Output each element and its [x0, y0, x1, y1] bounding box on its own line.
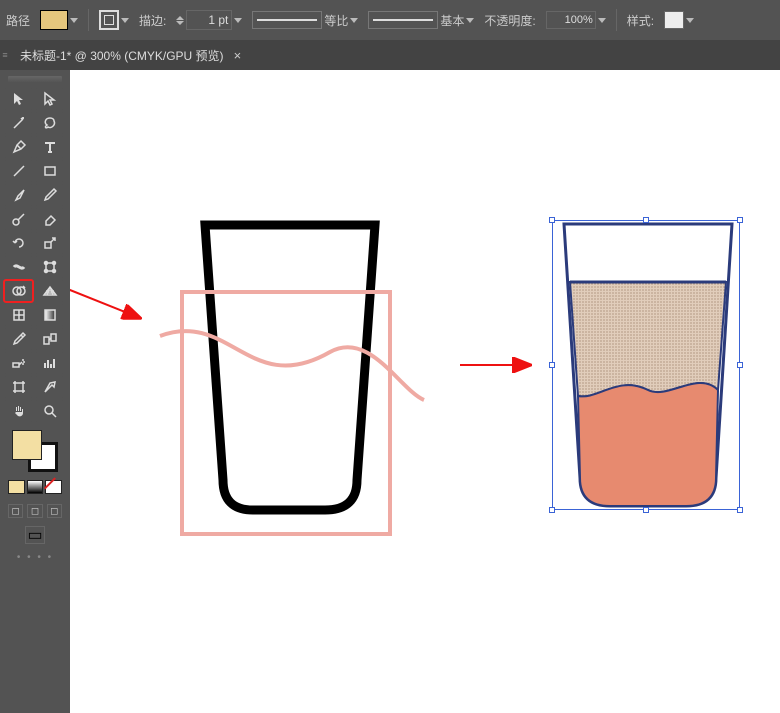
type-tool[interactable] [35, 136, 64, 158]
screen-mode-button[interactable]: ▭ [25, 526, 45, 544]
document-tab-bar: ≡ 未标题-1* @ 300% (CMYK/GPU 预览) × [0, 40, 780, 70]
scale-tool[interactable] [35, 232, 64, 254]
panel-options-icon[interactable]: • • • • [4, 552, 66, 563]
tools-panel: ◻ ◻ ◻ ▭ • • • • [0, 70, 70, 713]
graphic-style-swatch[interactable] [664, 11, 684, 29]
brush-definition[interactable]: 基本 [368, 11, 474, 29]
direct-selection-tool[interactable] [35, 88, 64, 110]
selection-tool[interactable] [4, 88, 33, 110]
options-bar: 路径 描边: 1 pt 等比 基本 不透明度: 100% 样式: [0, 0, 780, 40]
graphic-style-group[interactable] [664, 11, 694, 29]
handle-top-mid[interactable] [643, 217, 649, 223]
chevron-down-icon[interactable] [598, 18, 606, 23]
handle-mid-right[interactable] [737, 362, 743, 368]
draw-inside-icon[interactable]: ◻ [47, 504, 62, 518]
draw-behind-icon[interactable]: ◻ [27, 504, 42, 518]
variable-width-profile[interactable]: 等比 [252, 11, 358, 29]
handle-bottom-right[interactable] [737, 507, 743, 513]
shape-builder-tool[interactable] [4, 280, 33, 302]
handle-top-right[interactable] [737, 217, 743, 223]
color-mode-solid[interactable] [8, 480, 25, 494]
free-transform-tool[interactable] [35, 256, 64, 278]
handle-bottom-mid[interactable] [643, 507, 649, 513]
separator [616, 9, 617, 31]
stroke-width-input[interactable]: 1 pt [186, 10, 232, 30]
color-mode-gradient[interactable] [27, 480, 44, 494]
artboard-tool[interactable] [4, 376, 33, 398]
line-segment-tool[interactable] [4, 160, 33, 182]
document-tab[interactable]: 未标题-1* @ 300% (CMYK/GPU 预览) × [10, 40, 251, 70]
stroke-swatch-group[interactable] [99, 10, 129, 30]
lasso-tool[interactable] [35, 112, 64, 134]
color-mode-none[interactable] [45, 480, 62, 494]
context-label: 路径 [6, 12, 30, 29]
opacity-label: 不透明度: [484, 12, 535, 29]
selection-bounding-box[interactable] [552, 220, 740, 510]
pen-tool[interactable] [4, 136, 33, 158]
magic-wand-tool[interactable] [4, 112, 33, 134]
scale-label: 等比 [324, 12, 348, 29]
chevron-down-icon[interactable] [121, 18, 129, 23]
hand-tool[interactable] [4, 400, 33, 422]
gradient-tool[interactable] [35, 304, 64, 326]
brush-basic-label: 基本 [440, 12, 464, 29]
chevron-down-icon[interactable] [70, 18, 78, 23]
chevron-down-icon[interactable] [686, 18, 694, 23]
handle-top-left[interactable] [549, 217, 555, 223]
draw-mode-row: ◻ ◻ ◻ [8, 504, 62, 518]
blob-brush-tool[interactable] [4, 208, 33, 230]
opacity-input-group[interactable]: 100% [546, 11, 606, 29]
width-tool[interactable] [4, 256, 33, 278]
close-icon[interactable]: × [234, 48, 242, 63]
eraser-tool[interactable] [35, 208, 64, 230]
fill-color[interactable] [12, 430, 42, 460]
separator [88, 9, 89, 31]
slice-tool[interactable] [35, 376, 64, 398]
stroke-width-stepper[interactable]: 1 pt [176, 10, 242, 30]
stroke-width-label: 描边: [139, 12, 166, 29]
paintbrush-tool[interactable] [4, 184, 33, 206]
symbol-sprayer-tool[interactable] [4, 352, 33, 374]
zoom-tool[interactable] [35, 400, 64, 422]
fill-swatch-group[interactable] [40, 10, 78, 30]
app-body: ◻ ◻ ◻ ▭ • • • • [0, 70, 780, 713]
chevron-down-icon[interactable] [350, 18, 358, 23]
panel-grip-icon[interactable] [8, 76, 62, 82]
screen-mode-row: ▭ [4, 526, 66, 544]
stroke-color-swatch[interactable] [99, 10, 119, 30]
column-graph-tool[interactable] [35, 352, 64, 374]
style-label: 样式: [627, 12, 654, 29]
handle-mid-left[interactable] [549, 362, 555, 368]
chevron-down-icon[interactable] [466, 18, 474, 23]
opacity-input[interactable]: 100% [546, 11, 596, 29]
canvas[interactable] [70, 70, 780, 713]
blend-tool[interactable] [35, 328, 64, 350]
perspective-grid-tool[interactable] [35, 280, 64, 302]
document-title: 未标题-1* @ 300% (CMYK/GPU 预览) [20, 47, 224, 64]
handle-bottom-left[interactable] [549, 507, 555, 513]
fill-stroke-color-block[interactable] [12, 430, 58, 472]
chevron-down-icon[interactable] [234, 18, 242, 23]
rotate-tool[interactable] [4, 232, 33, 254]
pencil-tool[interactable] [35, 184, 64, 206]
draw-normal-icon[interactable]: ◻ [8, 504, 23, 518]
eyedropper-tool[interactable] [4, 328, 33, 350]
color-mode-row [8, 480, 62, 494]
mesh-tool[interactable] [4, 304, 33, 326]
rectangle-tool[interactable] [35, 160, 64, 182]
fill-color-swatch[interactable] [40, 10, 68, 30]
panel-handle-icon[interactable]: ≡ [0, 40, 10, 70]
